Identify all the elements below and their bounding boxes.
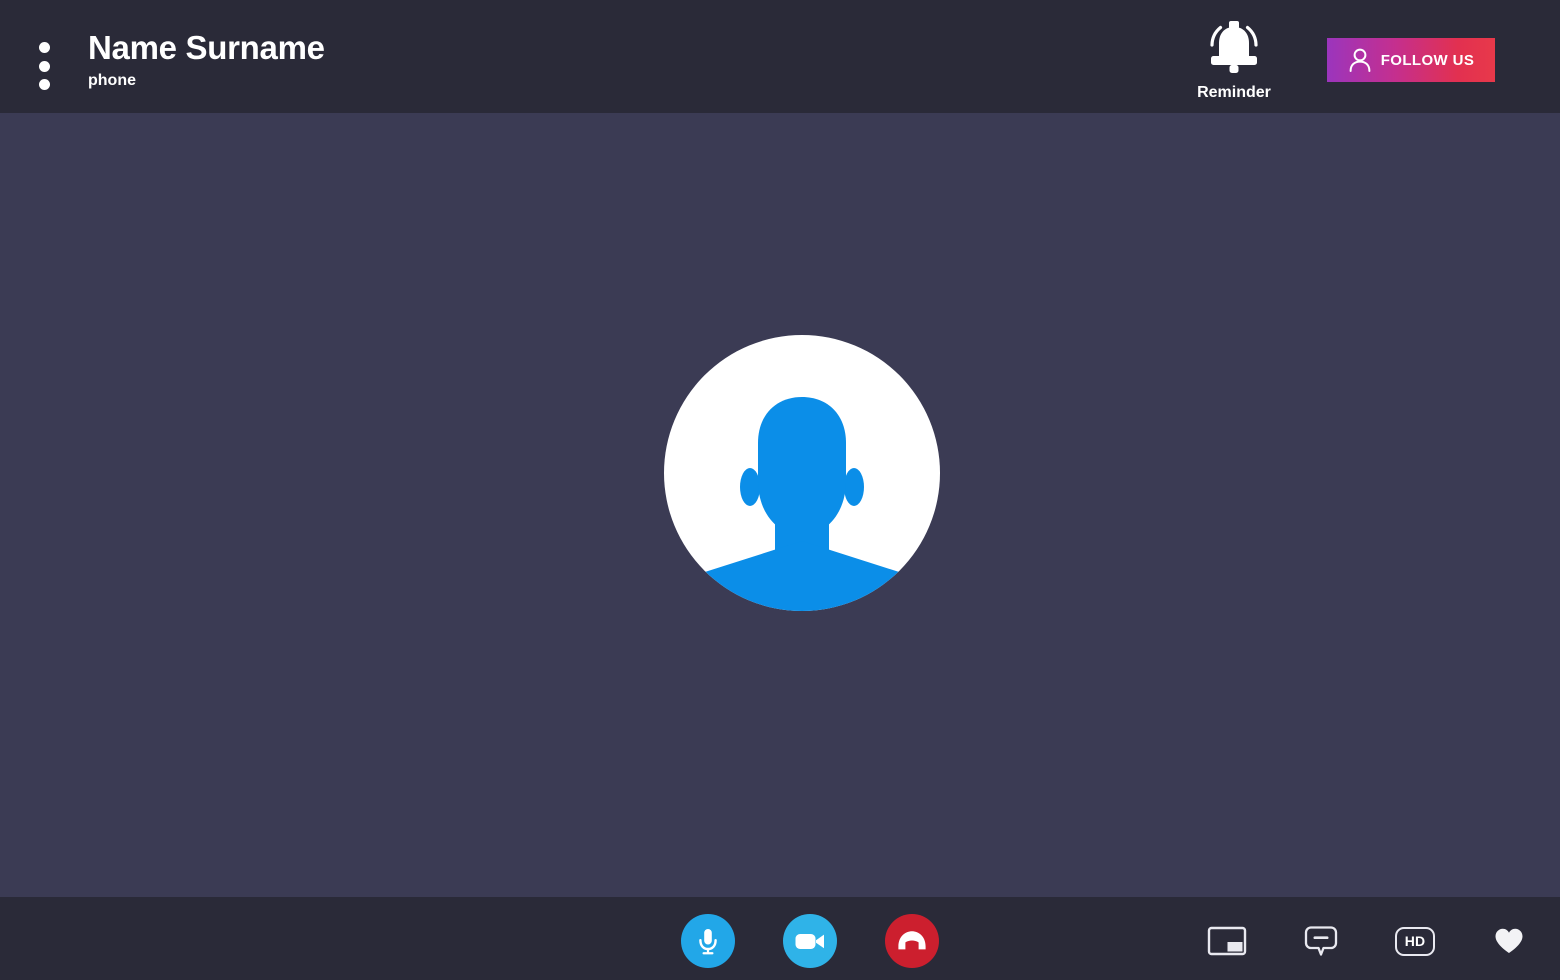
hd-badge-icon: HD — [1395, 926, 1435, 956]
hangup-button[interactable] — [885, 914, 939, 968]
favorite-button[interactable] — [1487, 919, 1531, 963]
follow-us-label: FOLLOW US — [1380, 51, 1475, 69]
caller-subtitle: phone — [88, 72, 136, 89]
microphone-button[interactable] — [681, 914, 735, 968]
heart-icon — [1495, 928, 1523, 953]
microphone-icon — [699, 929, 717, 955]
video-call-screen: Name Surname phone Reminder FOLLOW US HD — [0, 0, 1560, 980]
avatar — [664, 335, 940, 611]
chat-button[interactable] — [1299, 919, 1343, 963]
user-outline-icon — [1349, 48, 1371, 72]
picture-in-picture-button[interactable] — [1205, 919, 1249, 963]
reminder-label: Reminder — [1197, 84, 1271, 101]
caller-info: Name Surname phone — [88, 28, 325, 91]
picture-in-picture-icon — [1207, 926, 1247, 956]
video-camera-icon — [795, 934, 824, 949]
caller-name: Name Surname — [88, 29, 325, 66]
hd-button[interactable]: HD — [1393, 919, 1437, 963]
dot — [38, 60, 50, 72]
three-dots-vertical-icon[interactable] — [35, 42, 53, 90]
phone-hangup-icon — [898, 931, 926, 950]
dot — [38, 79, 50, 90]
follow-us-button[interactable]: FOLLOW US — [1327, 38, 1495, 82]
call-controls-group — [681, 914, 939, 968]
util-controls-group: HD — [1205, 919, 1531, 963]
bell-ringing-icon — [1210, 21, 1258, 73]
chat-bubble-icon — [1304, 926, 1338, 956]
call-header: Name Surname phone Reminder FOLLOW US — [0, 0, 1560, 113]
reminder-button[interactable]: Reminder — [1186, 10, 1282, 102]
user-avatar-placeholder-icon — [686, 397, 918, 611]
video-button[interactable] — [783, 914, 837, 968]
call-footer: HD — [0, 897, 1560, 980]
dot — [38, 42, 50, 53]
hd-label: HD — [1404, 933, 1426, 949]
call-stage — [0, 113, 1560, 897]
